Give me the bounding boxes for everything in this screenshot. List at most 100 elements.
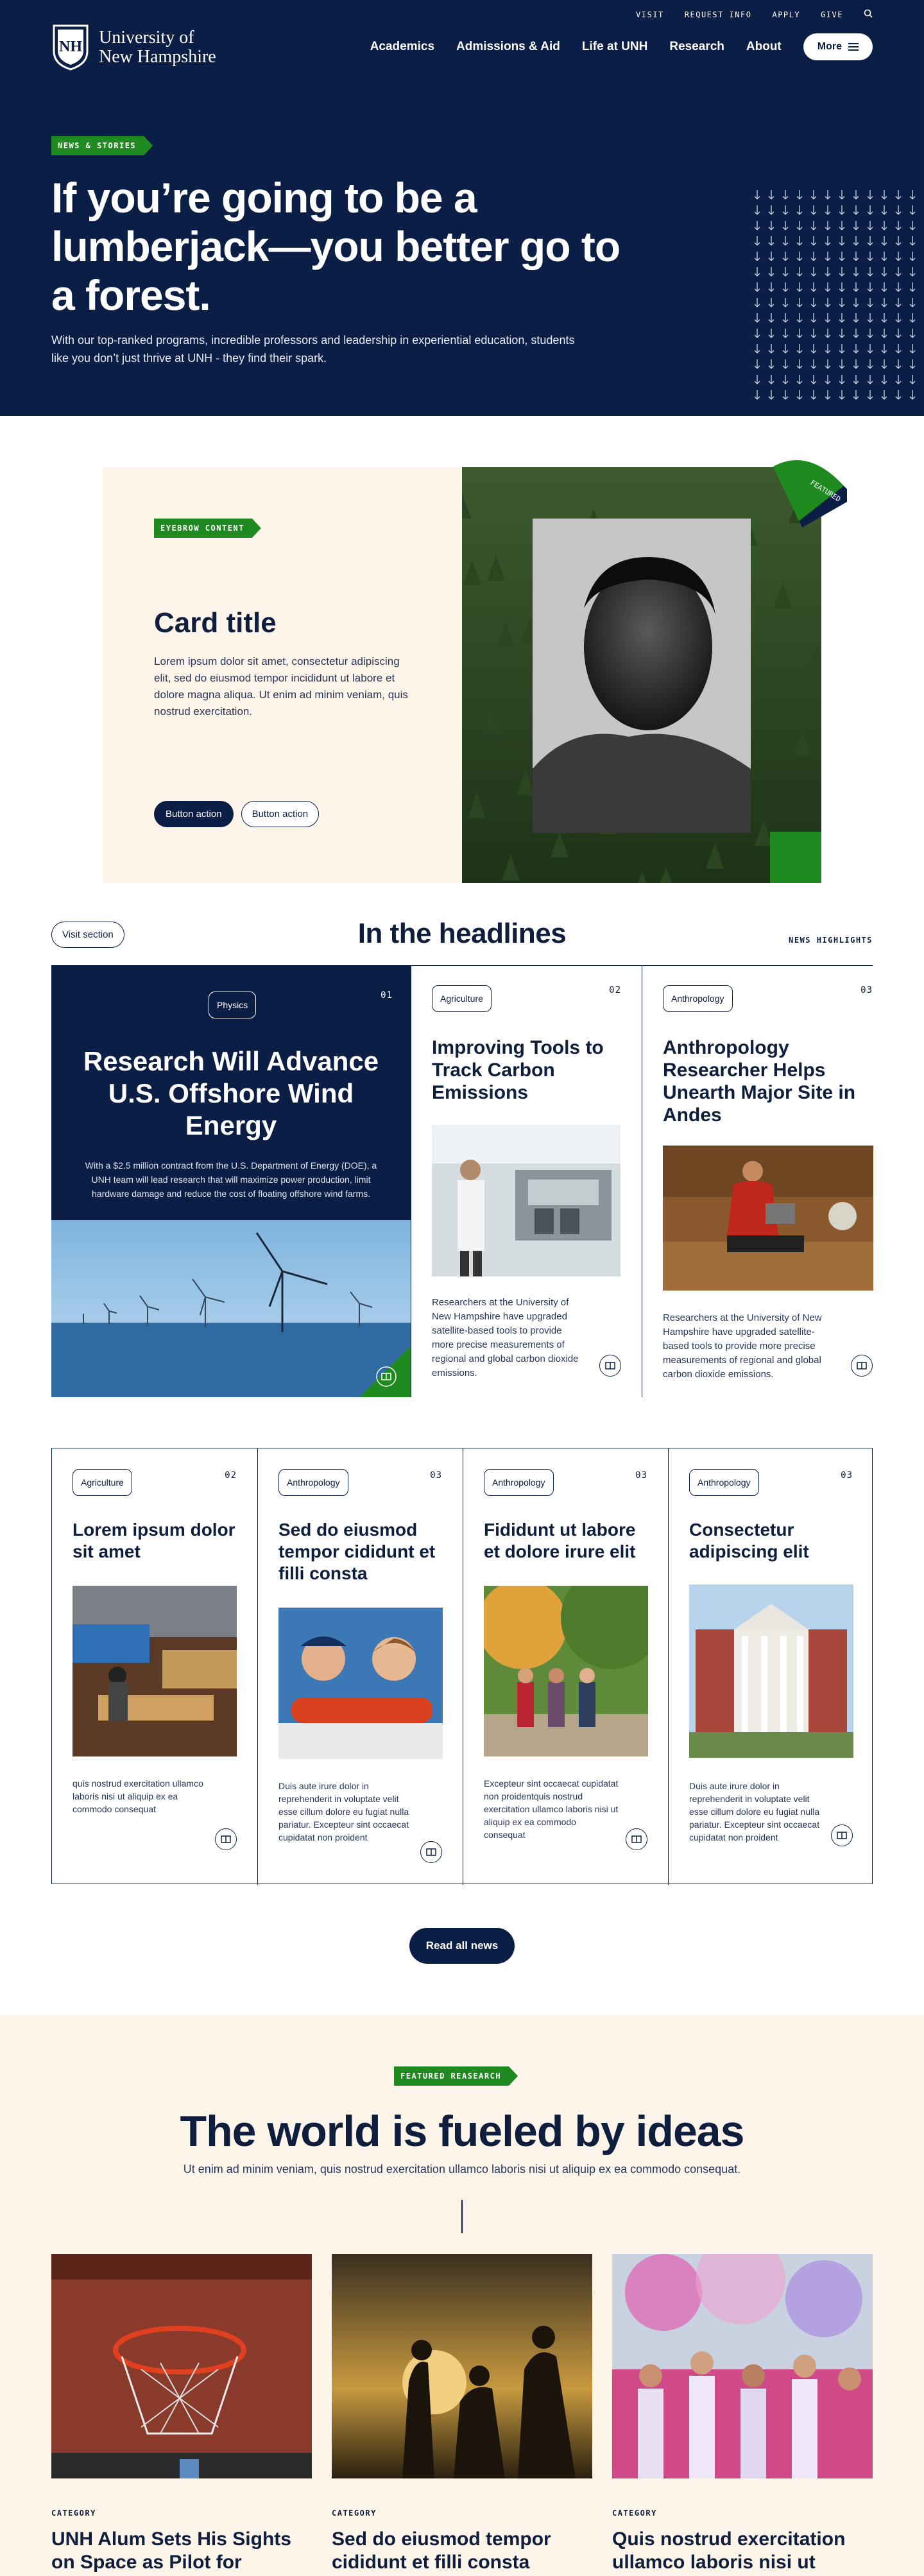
util-give-link[interactable]: GIVE <box>821 10 843 19</box>
headlines-title: In the headlines <box>357 918 567 949</box>
nav-academics[interactable]: Academics <box>370 40 434 54</box>
news-summary: Duis aute irure dolor in reprehenderit i… <box>278 1781 409 1842</box>
news-highlights-label: NEWS HIGHLIGHTS <box>789 936 873 945</box>
category-tag[interactable]: Agriculture <box>432 985 492 1012</box>
news-title[interactable]: Fididunt ut labore et dolore irure elit <box>484 1519 651 1563</box>
read-all-wrapper: Read all news <box>0 1928 924 1964</box>
book-icon[interactable] <box>851 1355 873 1377</box>
card-number: 03 <box>841 1470 853 1481</box>
category-tag[interactable]: Anthropology <box>663 985 733 1012</box>
category-tag[interactable]: Anthropology <box>689 1469 759 1496</box>
feature-photo <box>462 467 821 883</box>
news-title[interactable]: Research Will Advance U.S. Offshore Wind… <box>51 1045 411 1142</box>
lab-photo <box>432 1125 620 1276</box>
feature-section: EYEBROW CONTENT Card title Lorem ipsum d… <box>0 416 924 896</box>
research-category: CATEGORY <box>51 2509 96 2518</box>
unh-logo[interactable]: NH University of New Hampshire <box>51 23 216 72</box>
research-card[interactable]: CATEGORY UNH Alum Sets His Sights on Spa… <box>51 2254 312 2576</box>
utility-nav: VISIT REQUEST INFO APPLY GIVE <box>636 9 873 20</box>
news-title[interactable]: Anthropology Researcher Helps Unearth Ma… <box>663 1036 868 1126</box>
divider-line <box>461 2200 463 2233</box>
news-card[interactable]: Anthropology 03 Sed do eiusmod tempor ci… <box>257 1448 463 1885</box>
more-label: More <box>817 41 842 52</box>
featured-badge: FEATURED <box>773 460 847 528</box>
research-category: CATEGORY <box>612 2509 657 2518</box>
silhouette-sunset-photo <box>332 2254 592 2478</box>
book-icon[interactable] <box>626 1828 647 1850</box>
news-card[interactable]: Anthropology 03 Anthropology Researcher … <box>642 966 873 1397</box>
basketball-hoop-photo <box>51 2254 312 2478</box>
research-eyebrow: FEATURED REASEARCH <box>394 2066 518 2086</box>
research-card-title[interactable]: Quis nostrud exercitation ullamco labori… <box>612 2528 873 2576</box>
hero-text: With our top-ranked programs, incredible… <box>51 334 575 365</box>
news-card[interactable]: Agriculture 02 Lorem ipsum dolor sit ame… <box>52 1448 257 1885</box>
read-all-news-button[interactable]: Read all news <box>409 1928 515 1964</box>
news-summary: quis nostrud exercitation ullamco labori… <box>73 1778 203 1814</box>
site-header-hero: VISIT REQUEST INFO APPLY GIVE NH Univers… <box>0 0 924 416</box>
util-apply-link[interactable]: APPLY <box>772 10 800 19</box>
feature-eyebrow: EYEBROW CONTENT <box>154 519 261 538</box>
card-number: 01 <box>381 990 393 1000</box>
lobster-students-photo <box>278 1608 443 1759</box>
news-summary: Excepteur sint occaecat cupidatat non pr… <box>484 1778 619 1840</box>
news-card[interactable]: Anthropology 03 Fididunt ut labore et do… <box>463 1448 668 1885</box>
card-number: 02 <box>225 1470 237 1481</box>
news-summary: Researchers at the University of New Ham… <box>432 1297 579 1378</box>
hero-eyebrow: NEWS & STORIES <box>51 136 153 155</box>
util-visit-link[interactable]: VISIT <box>636 10 664 19</box>
card-number: 03 <box>430 1470 442 1481</box>
logo-line-2: New Hampshire <box>99 47 216 67</box>
search-icon[interactable] <box>864 9 873 20</box>
nav-life-at-unh[interactable]: Life at UNH <box>582 40 647 54</box>
unh-logo-icon: NH <box>53 24 89 71</box>
feature-buttons: Button action Button action <box>154 801 320 827</box>
research-title: The world is fueled by ideas <box>180 2107 745 2156</box>
main-nav: Academics Admissions & Aid Life at UNH R… <box>370 33 873 60</box>
research-card-title[interactable]: UNH Alum Sets His Sights on Space as Pil… <box>51 2528 312 2576</box>
research-card[interactable]: CATEGORY Sed do eiusmod tempor cididunt … <box>332 2254 592 2574</box>
nav-admissions-aid[interactable]: Admissions & Aid <box>456 40 560 54</box>
category-tag[interactable]: Anthropology <box>278 1469 348 1496</box>
nav-research[interactable]: Research <box>669 40 724 54</box>
feature-title: Card title <box>154 607 277 639</box>
book-icon[interactable] <box>215 1828 237 1850</box>
book-icon[interactable] <box>599 1355 621 1377</box>
news-title[interactable]: Lorem ipsum dolor sit amet <box>73 1519 239 1563</box>
offshore-wind-photo <box>51 1220 411 1397</box>
feature-desc: Lorem ipsum dolor sit amet, consectetur … <box>154 655 408 717</box>
card-number: 03 <box>635 1470 647 1481</box>
category-tag[interactable]: Physics <box>209 992 257 1018</box>
news-summary: Researchers at the University of New Ham… <box>663 1312 822 1380</box>
hero-title: If you’re going to be a lumberjack—you b… <box>51 174 620 319</box>
news-card[interactable]: Anthropology 03 Consectetur adipiscing e… <box>668 1448 873 1885</box>
campus-building-photo <box>689 1584 853 1758</box>
dining-hall-photo <box>73 1586 237 1756</box>
book-icon[interactable] <box>420 1841 442 1863</box>
category-tag[interactable]: Agriculture <box>73 1469 132 1496</box>
featured-news-card[interactable]: Physics 01 Research Will Advance U.S. Of… <box>51 966 411 1397</box>
more-menu-button[interactable]: More <box>803 33 873 60</box>
svg-text:NH: NH <box>59 39 82 55</box>
research-subtitle: Ut enim ad minim veniam, quis nostrud ex… <box>183 2163 741 2176</box>
news-title[interactable]: Sed do eiusmod tempor cididunt et filli … <box>278 1519 445 1584</box>
category-tag[interactable]: Anthropology <box>484 1469 554 1496</box>
card-number: 03 <box>860 985 873 995</box>
secondary-action-button[interactable]: Button action <box>241 801 320 827</box>
logo-wordmark: University of New Hampshire <box>99 28 216 67</box>
news-summary: With a $2.5 million contract from the U.… <box>85 1160 377 1199</box>
card-number: 02 <box>609 985 621 995</box>
news-summary: Duis aute irure dolor in reprehenderit i… <box>689 1781 820 1842</box>
nav-about[interactable]: About <box>746 40 782 54</box>
headline-row-2: Agriculture 02 Lorem ipsum dolor sit ame… <box>51 1448 873 1885</box>
research-card[interactable]: CATEGORY Quis nostrud exercitation ullam… <box>612 2235 873 2576</box>
research-category: CATEGORY <box>332 2509 377 2518</box>
news-title[interactable]: Improving Tools to Track Carbon Emission… <box>432 1036 624 1104</box>
news-card[interactable]: Agriculture 02 Improving Tools to Track … <box>411 966 642 1397</box>
field-research-photo <box>663 1146 873 1291</box>
util-request-info-link[interactable]: REQUEST INFO <box>685 10 752 19</box>
primary-action-button[interactable]: Button action <box>154 801 234 827</box>
book-icon[interactable] <box>831 1825 853 1846</box>
campus-autumn-photo <box>484 1586 648 1756</box>
research-card-title[interactable]: Sed do eiusmod tempor cididunt et filli … <box>332 2528 592 2574</box>
news-title[interactable]: Consectetur adipiscing elit <box>689 1519 856 1563</box>
